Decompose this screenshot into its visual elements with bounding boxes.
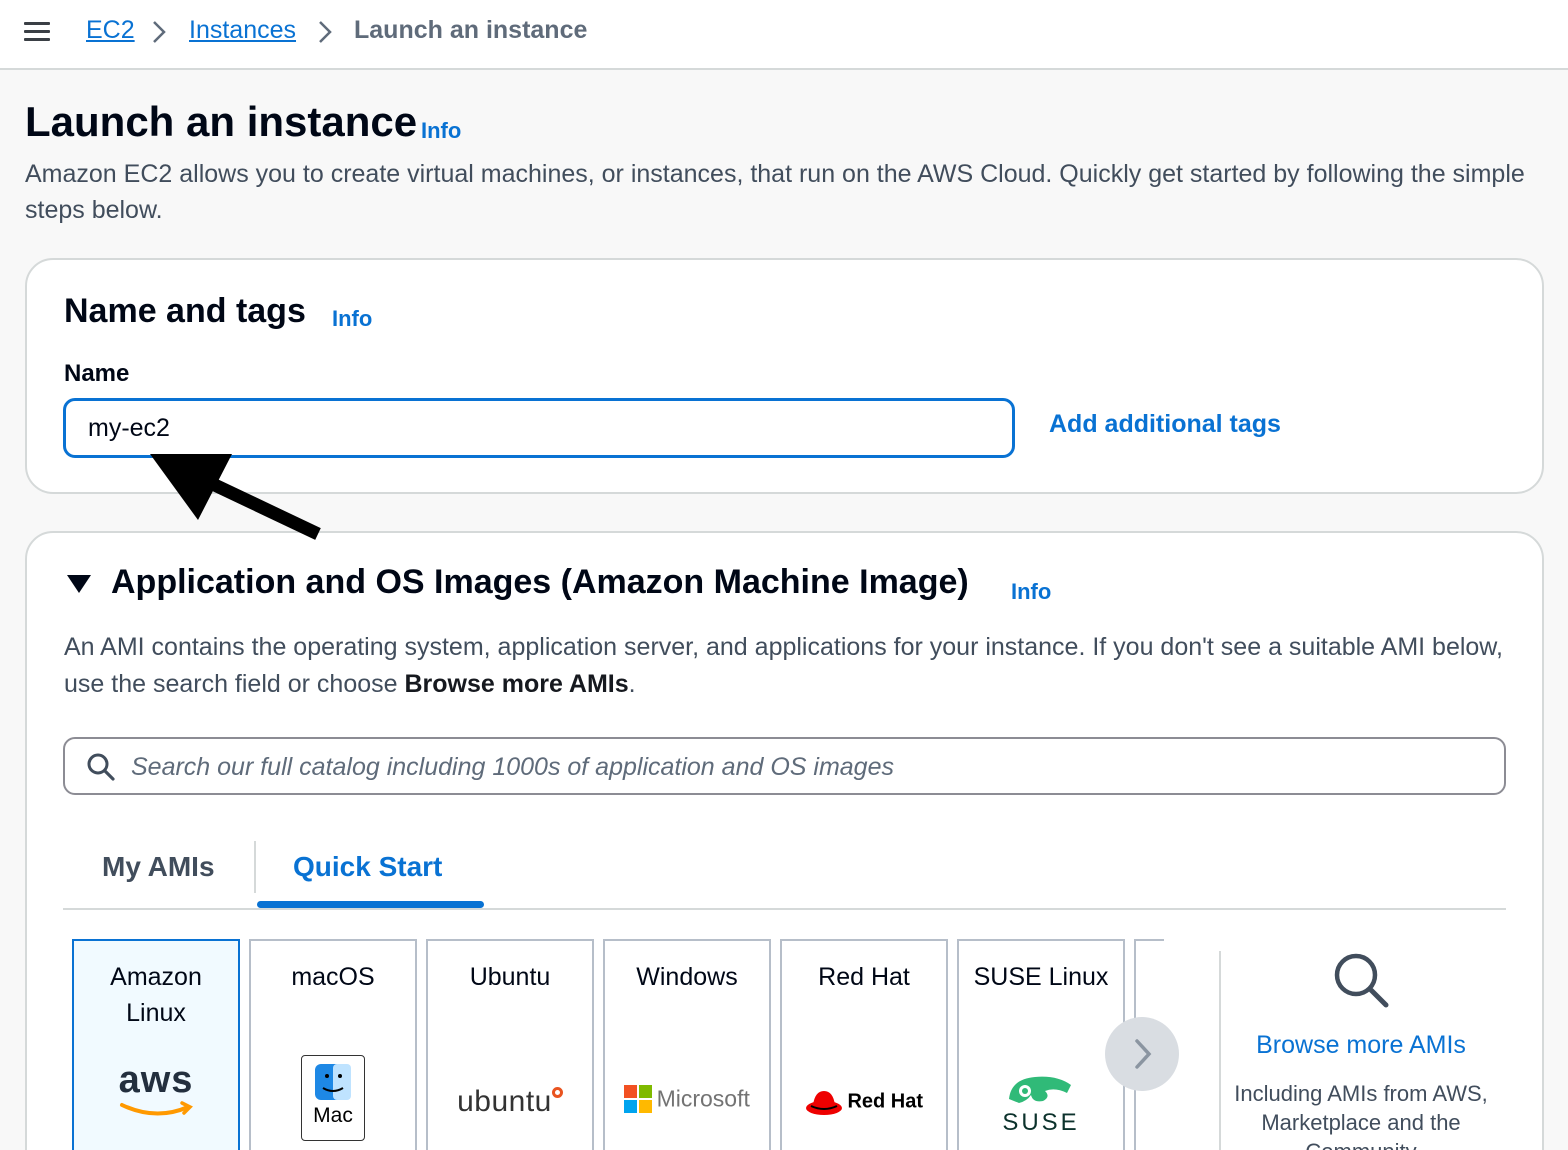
- aws-logo-icon: aws: [74, 1061, 238, 1119]
- carousel-next-button[interactable]: [1105, 1017, 1179, 1091]
- ami-tile-macos[interactable]: macOS Mac: [249, 939, 417, 1150]
- active-tab-indicator: [257, 901, 484, 908]
- ami-tile-amazon-linux[interactable]: Amazon Linux aws: [72, 939, 240, 1150]
- page-title: Launch an instance: [25, 98, 418, 145]
- chevron-right-icon: [152, 20, 166, 43]
- tile-label: macOS: [291, 963, 375, 991]
- name-tags-heading: Name and tags: [64, 292, 306, 330]
- annotation-arrow-icon: [150, 454, 321, 540]
- breadcrumb-current: Launch an instance: [354, 16, 588, 44]
- tab-my-amis[interactable]: My AMIs: [102, 851, 215, 883]
- chevron-right-icon: [1135, 1039, 1152, 1069]
- mac-finder-icon: Mac: [301, 1055, 365, 1141]
- browse-more-amis-subtext: Including AMIs from AWS, Marketplace and…: [1234, 1081, 1488, 1150]
- tab-divider: [254, 841, 256, 893]
- ami-search-input[interactable]: Search our full catalog including 1000s …: [63, 737, 1506, 795]
- name-tags-info-link[interactable]: Info: [332, 306, 372, 332]
- suse-logo-icon: SUSE: [959, 1069, 1123, 1137]
- ami-info-link[interactable]: Info: [1011, 579, 1051, 605]
- ami-tile-windows[interactable]: Windows Microsoft: [603, 939, 771, 1150]
- ami-heading: Application and OS Images (Amazon Machin…: [111, 563, 969, 601]
- breadcrumb-instances[interactable]: Instances: [189, 16, 296, 45]
- microsoft-logo-icon: Microsoft: [605, 1085, 769, 1113]
- breadcrumb-ec2[interactable]: EC2: [86, 16, 135, 45]
- tile-label: SUSE Linux: [973, 963, 1109, 991]
- tile-label: Amazon Linux: [110, 963, 202, 1027]
- search-icon: [1334, 953, 1389, 1008]
- tile-label: Ubuntu: [469, 963, 551, 991]
- ami-description: An AMI contains the operating system, ap…: [64, 633, 1503, 698]
- ami-tile-red-hat[interactable]: Red Hat Red Hat: [780, 939, 948, 1150]
- add-additional-tags-link[interactable]: Add additional tags: [1049, 410, 1281, 439]
- search-icon: [87, 753, 115, 781]
- search-placeholder: Search our full catalog including 1000s …: [131, 753, 894, 781]
- page-description: Amazon EC2 allows you to create virtual …: [25, 160, 1525, 224]
- redhat-logo-icon: Red Hat: [782, 1087, 946, 1117]
- caret-down-icon[interactable]: [67, 575, 91, 593]
- chevron-right-icon: [318, 20, 332, 43]
- browse-more-amis-link[interactable]: Browse more AMIs: [1221, 1031, 1501, 1060]
- tab-quick-start[interactable]: Quick Start: [293, 851, 442, 883]
- ami-tile-ubuntu[interactable]: Ubuntu ubuntu: [426, 939, 594, 1150]
- ami-tile-suse-linux[interactable]: SUSE Linux SUSE: [957, 939, 1125, 1150]
- top-navigation-bar: EC2 Instances Launch an instance: [0, 0, 1568, 70]
- ami-panel: Application and OS Images (Amazon Machin…: [25, 531, 1544, 1150]
- browse-more-amis-text: Browse more AMIs: [404, 670, 629, 698]
- tile-label: Windows: [636, 963, 738, 991]
- menu-icon[interactable]: [24, 22, 50, 42]
- tabs-divider: [63, 908, 1506, 910]
- name-label: Name: [64, 360, 130, 387]
- tile-label: Red Hat: [818, 963, 910, 991]
- ubuntu-logo-icon: ubuntu: [428, 1085, 592, 1119]
- page-info-link[interactable]: Info: [421, 118, 461, 144]
- browse-more-amis-panel: Browse more AMIs Including AMIs from AWS…: [1219, 951, 1499, 1150]
